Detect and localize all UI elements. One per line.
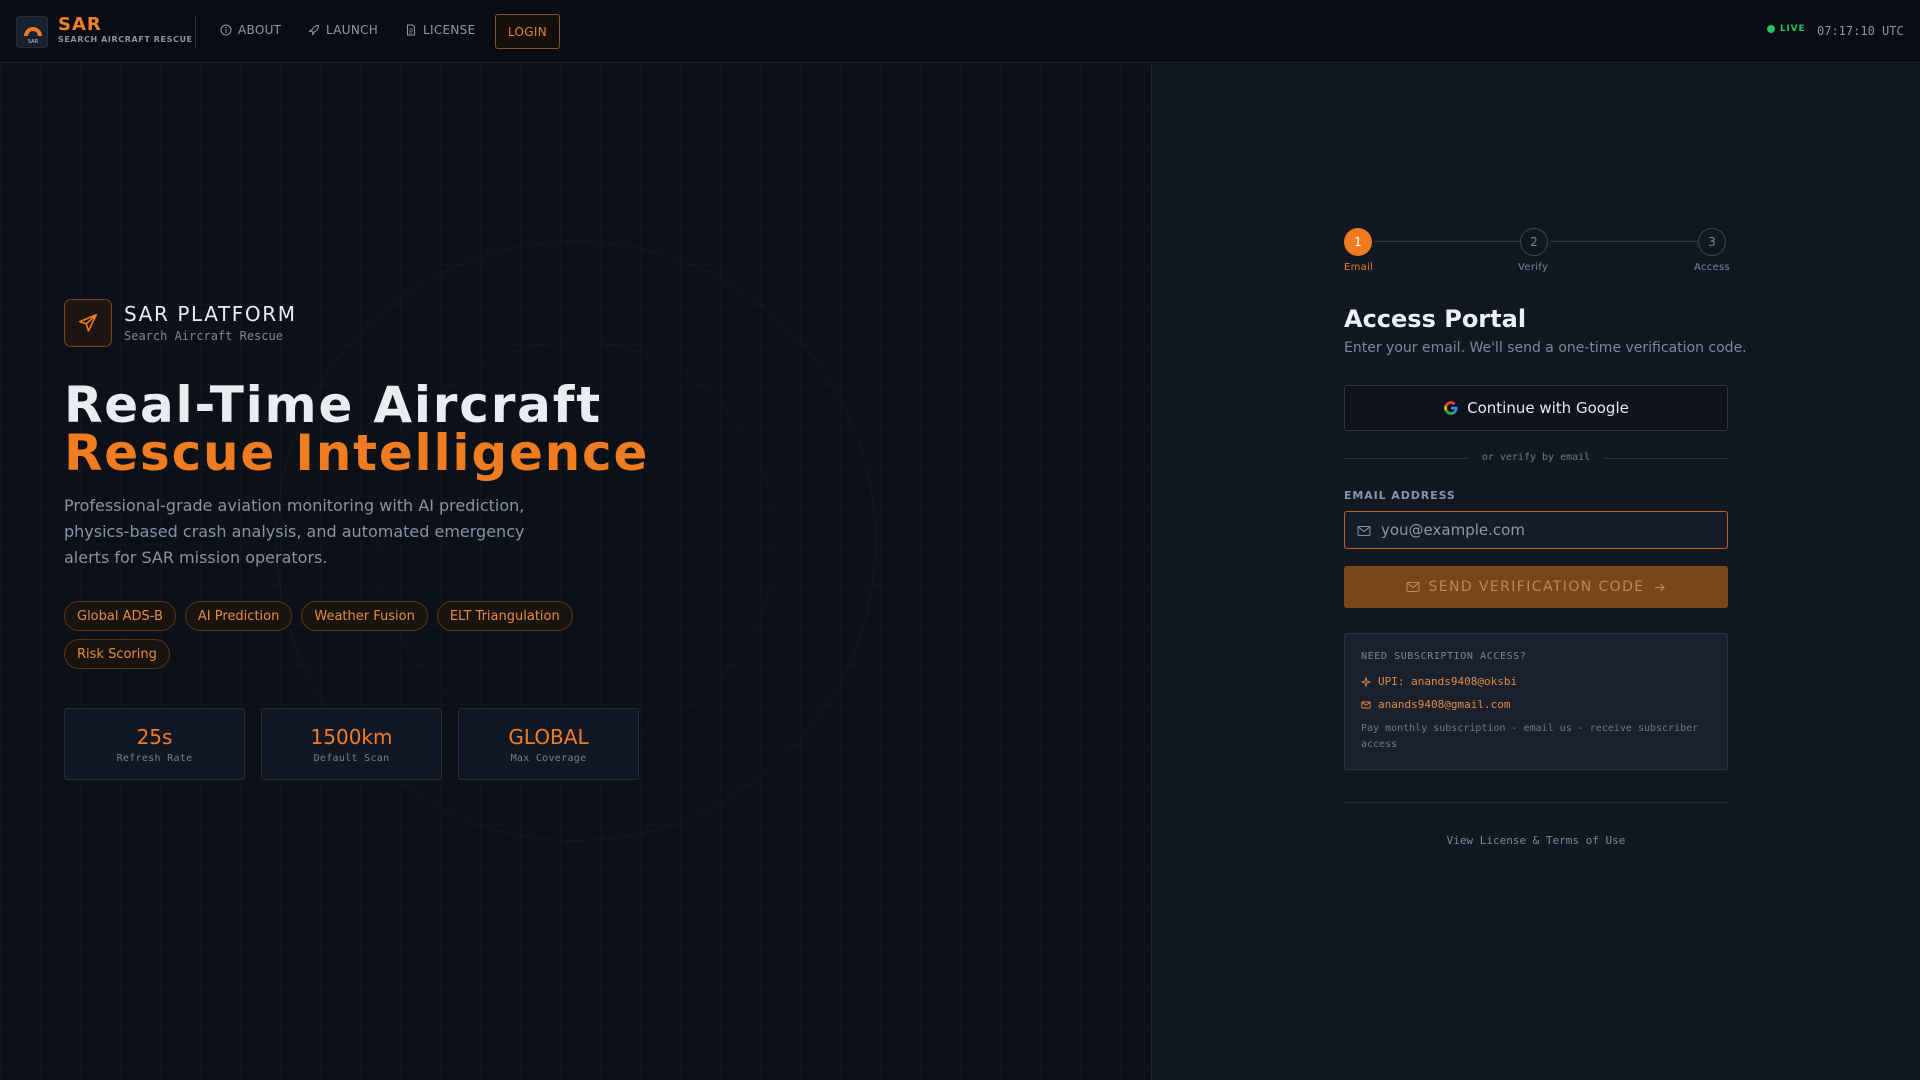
subscription-info-box: NEED SUBSCRIPTION ACCESS? UPI: anands940… (1344, 633, 1728, 770)
divider (195, 15, 196, 49)
contact-email[interactable]: anands9408@gmail.com (1378, 698, 1510, 711)
mail-icon (1357, 526, 1371, 536)
live-indicator: LIVE (1767, 24, 1805, 34)
stat-label: Default Scan (313, 752, 390, 764)
document-icon (407, 24, 415, 36)
utc-clock: 07:17:10 UTC (1817, 24, 1904, 38)
top-navigation-bar: SAR SAR SEARCH AIRCRAFT RESCUE ABOUT LAU… (0, 0, 1920, 63)
feature-tag: Weather Fusion (301, 601, 428, 631)
step-1-label: Email (1344, 262, 1374, 273)
logo-text: SAR (28, 39, 39, 45)
rocket-icon (308, 24, 320, 36)
stat-label: Max Coverage (510, 752, 587, 764)
subscription-note: Pay monthly subscription - email us - re… (1361, 723, 1699, 750)
progress-stepper: 1 2 3 Email Verify Access (1344, 228, 1731, 276)
step-3-circle: 3 (1698, 228, 1726, 256)
or-divider: or verify by email (1344, 452, 1728, 466)
step-3-label: Access (1694, 262, 1731, 273)
email-input[interactable] (1381, 512, 1721, 548)
upi-row: UPI: anands9408@oksbi (1361, 675, 1517, 688)
stat-card: 25s Refresh Rate (64, 708, 245, 780)
portal-subtitle: Enter your email. We'll send a one-time … (1344, 340, 1747, 356)
live-status-dot-icon (1767, 25, 1775, 33)
feature-tag: AI Prediction (184, 601, 293, 631)
nav-about[interactable]: ABOUT (220, 23, 281, 37)
step-2-label: Verify (1518, 262, 1549, 273)
step-2-circle: 2 (1520, 228, 1548, 256)
step-1-circle: 1 (1344, 228, 1372, 256)
mail-icon (1406, 581, 1421, 593)
nav-launch-label: LAUNCH (326, 23, 379, 37)
license-terms-link[interactable]: View License & Terms of Use (1344, 834, 1728, 847)
feature-tag: Global ADS-B (64, 601, 176, 631)
logo[interactable]: SAR (16, 16, 48, 48)
feature-tags: Global ADS-B AI Prediction Weather Fusio… (64, 601, 584, 669)
feature-tag: Risk Scoring (64, 639, 170, 669)
google-icon (1444, 401, 1458, 415)
nav-launch[interactable]: LAUNCH (308, 23, 378, 37)
feature-tag: ELT Triangulation (436, 601, 573, 631)
stat-label: Refresh Rate (116, 752, 193, 764)
hero-headline-line1: Real-Time Aircraft (64, 376, 602, 434)
google-signin-label: Continue with Google (1467, 399, 1629, 417)
email-field-label: EMAIL ADDRESS (1344, 489, 1456, 502)
info-circle-icon (220, 24, 232, 36)
or-divider-text: or verify by email (1481, 452, 1591, 463)
hero-headline-line2: Rescue Intelligence (64, 424, 650, 482)
portal-title: Access Portal (1344, 305, 1527, 333)
contact-email-row: anands9408@gmail.com (1361, 698, 1510, 711)
subscription-heading: NEED SUBSCRIPTION ACCESS? (1361, 651, 1527, 662)
mail-icon (1361, 701, 1371, 708)
live-label: LIVE (1780, 24, 1806, 34)
send-verification-code-label: SEND VERIFICATION CODE (1428, 579, 1645, 595)
google-signin-button[interactable]: Continue with Google (1344, 385, 1728, 431)
stat-value: 1500km (310, 724, 393, 749)
stat-card: GLOBAL Max Coverage (458, 708, 639, 780)
nav-about-label: ABOUT (238, 23, 282, 37)
email-field-wrapper (1344, 511, 1728, 549)
divider (1344, 802, 1728, 803)
stats-row: 25s Refresh Rate 1500km Default Scan GLO… (64, 708, 639, 780)
step-connector (1374, 241, 1520, 242)
airplane-icon (78, 313, 98, 332)
platform-title: SAR PLATFORM (124, 302, 297, 326)
stat-value: 25s (136, 724, 173, 749)
login-button[interactable]: LOGIN (495, 14, 560, 49)
platform-subtitle: Search Aircraft Rescue (124, 329, 283, 343)
arrow-right-icon (1654, 583, 1665, 591)
brand-title: SAR (58, 14, 102, 35)
hero-panel (0, 64, 1151, 1080)
sparkle-icon (1361, 676, 1371, 687)
hero-description: Professional-grade aviation monitoring w… (64, 496, 525, 567)
send-verification-code-button[interactable]: SEND VERIFICATION CODE (1344, 566, 1728, 608)
logo-emblem-icon: SAR (24, 27, 42, 45)
brand-subtitle: SEARCH AIRCRAFT RESCUE (58, 35, 193, 44)
step-connector (1550, 241, 1700, 242)
stat-value: GLOBAL (508, 724, 589, 749)
upi-id[interactable]: UPI: anands9408@oksbi (1378, 675, 1517, 688)
nav-license-label: LICENSE (423, 23, 476, 37)
stat-card: 1500km Default Scan (261, 708, 442, 780)
platform-badge (64, 299, 112, 347)
nav-license[interactable]: LICENSE (405, 23, 475, 37)
